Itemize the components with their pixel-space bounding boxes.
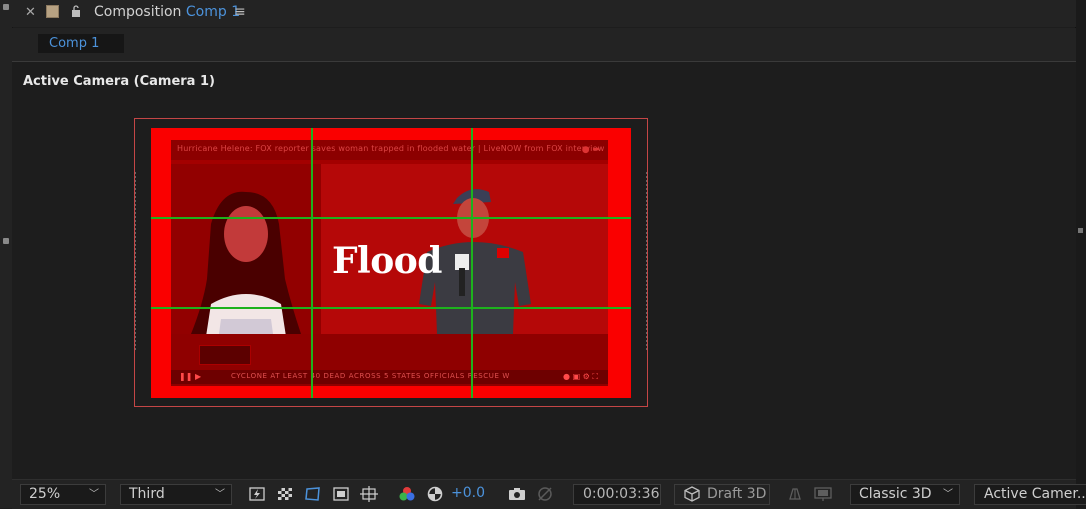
resolution-dropdown[interactable]: Third ﹀ bbox=[120, 484, 232, 505]
current-time-display[interactable]: 0:00:03:36 bbox=[573, 484, 661, 505]
resolution-value: Third bbox=[129, 486, 165, 502]
panel-gripper-icon[interactable] bbox=[3, 238, 9, 244]
active-camera-label: Active Camera (Camera 1) bbox=[23, 74, 215, 89]
channels-icon[interactable] bbox=[398, 486, 416, 502]
grid-line-horizontal bbox=[151, 307, 631, 309]
composition-viewer[interactable]: Active Camera (Camera 1) Hurricane Helen… bbox=[12, 62, 1076, 479]
comp-tab-row: Comp 1 bbox=[12, 28, 1076, 62]
3d-renderer-dropdown[interactable]: Classic 3D ﹀ bbox=[850, 484, 960, 505]
transparency-grid-icon[interactable] bbox=[276, 486, 294, 502]
panel-menu-icon[interactable]: ≡ bbox=[234, 4, 246, 20]
extended-viewer-icon[interactable] bbox=[814, 486, 832, 502]
exposure-reset-icon[interactable] bbox=[426, 486, 444, 502]
draft-3d-cube-icon bbox=[684, 486, 700, 502]
share-icon: ● ➦ bbox=[581, 145, 600, 155]
ticker-text: CYCLONE AT LEAST 40 DEAD ACROSS 5 STATES… bbox=[231, 372, 510, 380]
play-icon: ❚❚ ▶ bbox=[179, 372, 202, 381]
grid-line-vertical bbox=[311, 128, 313, 398]
3d-view-value: Active Camer... bbox=[984, 486, 1086, 502]
snapshot-camera-icon[interactable] bbox=[508, 486, 526, 502]
viewer-toolbar: 25% ﹀ Third ﹀ +0.0 0:00:03:36 Draft 3D C… bbox=[12, 479, 1086, 509]
chevron-down-icon: ﹀ bbox=[89, 489, 99, 500]
exposure-value[interactable]: +0.0 bbox=[451, 485, 485, 501]
grid-line-horizontal bbox=[151, 217, 631, 219]
right-panel-edge bbox=[1075, 0, 1086, 508]
fast-previews-icon[interactable] bbox=[248, 486, 266, 502]
label-color-swatch[interactable] bbox=[46, 5, 59, 18]
panel-title-prefix: Composition bbox=[94, 4, 182, 20]
composition-frame[interactable]: Hurricane Helene: FOX reporter saves wom… bbox=[151, 128, 631, 398]
panel-title-comp[interactable]: Comp 1 bbox=[186, 4, 240, 20]
panel-gripper-icon[interactable] bbox=[1078, 228, 1083, 233]
show-snapshot-icon[interactable] bbox=[536, 486, 554, 502]
video-controls-icon: ● ▣ ⚙ ⛶ bbox=[563, 372, 598, 381]
grid-guides-icon[interactable] bbox=[360, 486, 378, 502]
chevron-down-icon: ﹀ bbox=[943, 489, 953, 500]
magnification-value: 25% bbox=[29, 486, 61, 502]
lock-icon[interactable] bbox=[71, 5, 81, 17]
panel-header: ✕ Composition Comp 1 ≡ bbox=[12, 0, 1076, 27]
video-title: Hurricane Helene: FOX reporter saves wom… bbox=[177, 144, 605, 153]
panel-title: Composition Comp 1 bbox=[94, 4, 240, 20]
draft-3d-label: Draft 3D bbox=[707, 486, 767, 502]
news-logo bbox=[199, 345, 251, 365]
collapse-handle-icon[interactable] bbox=[3, 4, 9, 10]
3d-view-dropdown[interactable]: Active Camer... bbox=[974, 484, 1086, 505]
flood-text-layer[interactable]: Flood bbox=[332, 240, 442, 282]
tab-comp-1[interactable]: Comp 1 bbox=[38, 34, 124, 53]
3d-ground-plane-icon[interactable] bbox=[786, 486, 804, 502]
grid-line-vertical bbox=[471, 128, 473, 398]
anchor-figure bbox=[181, 191, 311, 356]
mask-visibility-icon[interactable] bbox=[304, 486, 322, 502]
magnification-dropdown[interactable]: 25% ﹀ bbox=[20, 484, 106, 505]
3d-renderer-value: Classic 3D bbox=[859, 486, 932, 502]
chevron-down-icon: ﹀ bbox=[215, 489, 225, 500]
region-of-interest-icon[interactable] bbox=[332, 486, 350, 502]
close-icon[interactable]: ✕ bbox=[25, 5, 36, 20]
